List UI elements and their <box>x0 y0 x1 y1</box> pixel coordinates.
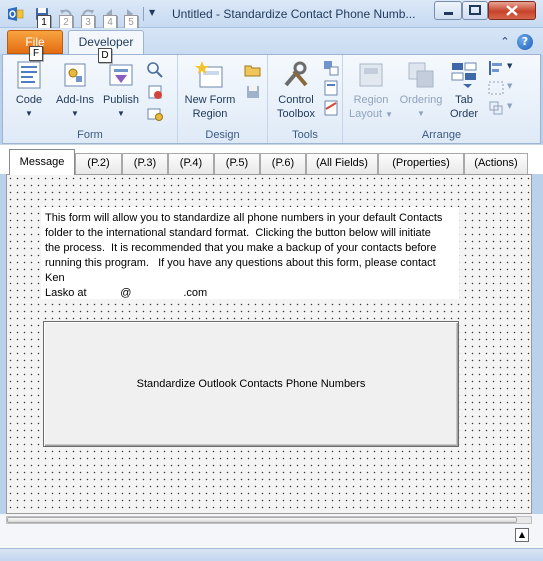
form-design-canvas[interactable]: This form will allow you to standardize … <box>6 174 532 514</box>
tab-order-label-2: Order <box>449 108 479 120</box>
run-form-icon[interactable] <box>146 83 164 101</box>
minimize-ribbon-icon[interactable]: ⌃ <box>497 34 513 50</box>
publish-label: Publish <box>102 94 140 106</box>
page-tab-p3[interactable]: (P.3) <box>122 153 168 174</box>
outlook-app-icon[interactable] <box>6 6 24 22</box>
code-label: Code <box>15 94 43 106</box>
control-toolbox-button[interactable]: Control Toolbox <box>272 59 320 121</box>
toolbox-icon <box>284 61 308 87</box>
ordering-label: Ordering <box>399 94 443 106</box>
group-label-form: Form <box>77 129 103 141</box>
close-icon <box>506 5 518 16</box>
group-design: New Form Region Design <box>178 55 268 143</box>
group-tools: Control Toolbox Tools <box>268 55 343 143</box>
chevron-down-icon[interactable]: ▼ <box>507 102 512 110</box>
page-tab-p4[interactable]: (P.4) <box>168 153 214 174</box>
code-icon <box>17 61 41 89</box>
chevron-down-icon[interactable]: ▼ <box>507 82 512 90</box>
scrollbar-thumb[interactable] <box>7 517 517 523</box>
group-arrange: Region Layout ▼ Ordering ▼ Tab Order ▼ ▼… <box>343 55 540 143</box>
maximize-button[interactable] <box>462 1 488 20</box>
group-label-design: Design <box>205 129 240 141</box>
design-form-icon[interactable] <box>146 61 164 79</box>
region-layout-label-1: Region <box>353 94 389 106</box>
keytip-file: F <box>29 46 43 61</box>
new-form-region-button[interactable]: New Form Region <box>180 59 240 121</box>
chevron-down-icon: ▼ <box>117 109 125 118</box>
page-tab-p5[interactable]: (P.5) <box>214 153 260 174</box>
form-settings-icon[interactable] <box>146 105 164 123</box>
collapse-arrow-icon[interactable]: ▲ <box>515 528 529 542</box>
publish-button[interactable]: Publish ▼ <box>99 59 143 121</box>
region-layout-icon <box>359 63 383 87</box>
customize-qat-icon[interactable]: ▼ <box>149 8 159 20</box>
maximize-icon <box>469 5 481 15</box>
form-info-label[interactable]: This form will allow you to standardize … <box>41 207 459 299</box>
group-form: Code ▼ Add-Ins ▼ Publish ▼ Form <box>3 55 178 143</box>
window-title: Untitled - Standardize Contact Phone Num… <box>172 7 416 21</box>
page-tab-all-fields[interactable]: (All Fields) <box>306 153 378 174</box>
horizontal-scrollbar[interactable] <box>6 516 532 524</box>
align-icon[interactable] <box>487 59 505 77</box>
group-label-tools: Tools <box>292 129 318 141</box>
page-tab-p2[interactable]: (P.2) <box>75 153 122 174</box>
code-button[interactable]: Code ▼ <box>9 59 49 121</box>
qat-separator <box>143 7 144 21</box>
minimize-button[interactable] <box>434 1 462 20</box>
view-code-icon[interactable] <box>322 99 340 117</box>
page-tab-actions[interactable]: (Actions) <box>464 153 528 174</box>
tab-order-button[interactable]: Tab Order <box>447 59 481 121</box>
tab-order-icon <box>451 62 477 88</box>
property-sheet-icon[interactable] <box>322 79 340 97</box>
ribbon: Code ▼ Add-Ins ▼ Publish ▼ Form New Form… <box>2 54 541 144</box>
ordering-button[interactable]: Ordering ▼ <box>395 59 447 121</box>
keytip-developer: D <box>98 48 112 63</box>
chevron-down-icon: ▼ <box>71 109 79 118</box>
control-toolbox-label-2: Toolbox <box>277 108 315 120</box>
tab-order-label-1: Tab <box>455 94 473 106</box>
title-bar: 1 2 3 4 5 ▼ Untitled - Standardize Conta… <box>0 0 543 30</box>
save-region-icon[interactable] <box>244 83 262 101</box>
region-layout-button[interactable]: Region Layout ▼ <box>347 59 395 122</box>
addins-icon <box>64 63 86 87</box>
standardize-contacts-button[interactable]: Standardize Outlook Contacts Phone Numbe… <box>43 321 459 447</box>
region-layout-label-2: Layout <box>348 108 383 120</box>
chevron-down-icon: ▼ <box>25 109 33 118</box>
field-chooser-icon[interactable] <box>322 59 340 77</box>
minimize-icon <box>444 12 453 15</box>
chevron-down-icon[interactable]: ▼ <box>507 62 512 70</box>
page-tab-properties[interactable]: (Properties) <box>378 153 464 174</box>
new-form-region-icon <box>195 61 223 88</box>
group-icon[interactable] <box>487 99 505 117</box>
group-label-arrange: Arrange <box>421 129 462 141</box>
page-tab-p6[interactable]: (P.6) <box>260 153 306 174</box>
size-icon[interactable] <box>487 79 505 97</box>
form-page-tabs: Message (P.2) (P.3) (P.4) (P.5) (P.6) (A… <box>0 144 543 175</box>
ordering-icon <box>408 62 434 88</box>
publish-icon <box>109 64 133 86</box>
new-form-region-label-1: New Form <box>184 94 236 106</box>
addins-button[interactable]: Add-Ins ▼ <box>53 59 97 121</box>
status-bar <box>0 548 543 561</box>
close-button[interactable] <box>488 1 536 20</box>
control-toolbox-label-1: Control <box>278 94 314 106</box>
open-folder-icon[interactable] <box>244 61 262 79</box>
help-icon[interactable]: ? <box>517 34 533 50</box>
ribbon-tab-row: File F Developer D ⌃ ? <box>0 28 543 63</box>
chevron-down-icon: ▼ <box>417 109 425 118</box>
page-tab-message[interactable]: Message <box>9 149 75 175</box>
addins-label: Add-Ins <box>56 94 94 106</box>
chevron-down-icon: ▼ <box>385 110 393 119</box>
new-form-region-label-2: Region <box>192 108 228 120</box>
